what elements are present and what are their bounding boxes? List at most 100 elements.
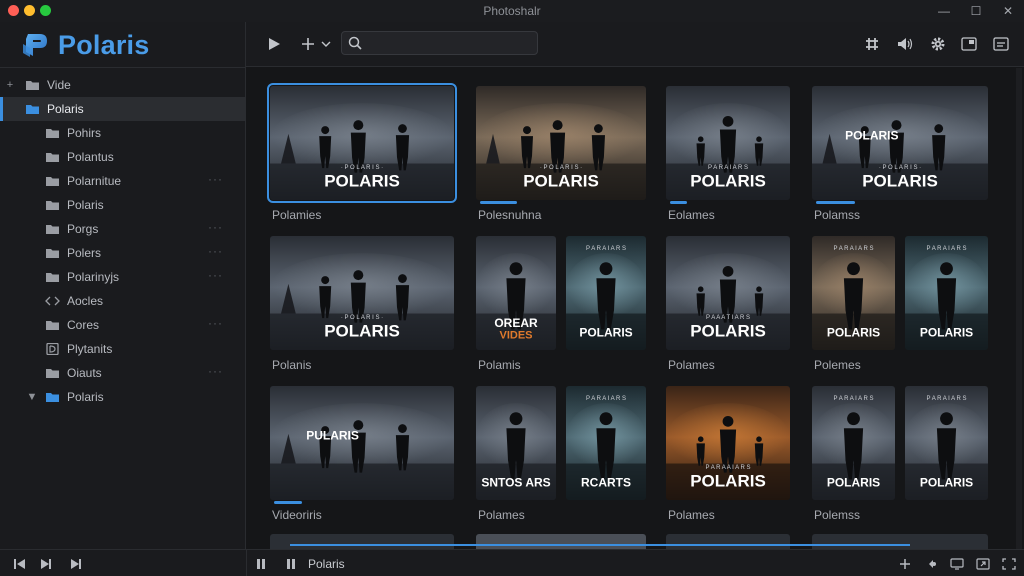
video-card[interactable]: P A R A I A R S POLARIS P A R A I A R S POL… [812,236,988,376]
sidebar-item[interactable]: + Vide [0,73,246,97]
more-icon[interactable]: ··· [208,217,223,241]
video-card[interactable]: PULARIS Videoriris [270,386,454,526]
sidebar-item[interactable]: Polarnitue ··· [0,169,246,193]
next-icon[interactable] [68,556,84,572]
video-thumbnail[interactable]: P A R A I A R S POLARIS [666,86,790,200]
video-card[interactable]: OREAR VIDES P A R A I A R S POLARIS Polamis [476,236,646,376]
poster-subtitle: VIDES [499,330,532,342]
gear-icon[interactable] [929,34,947,54]
add-icon[interactable] [300,34,316,54]
video-title[interactable]: Eolames [668,208,715,222]
sidebar-item[interactable]: ▼ Polaris [0,385,246,409]
more-icon[interactable]: ··· [208,313,223,337]
sidebar-item[interactable]: Polantus [0,145,246,169]
search-input[interactable] [368,36,528,50]
step-forward-icon[interactable] [38,556,54,572]
video-thumbnail[interactable]: · P O L A R I S · POLARIS POLARIS [812,86,988,200]
sidebar-item[interactable]: Aocles [0,289,246,313]
video-thumbnail[interactable]: P A A A T I A R S POLARIS [666,236,790,350]
video-title[interactable]: Polames [668,358,715,372]
poster-title: POLARIS [827,325,880,339]
close-icon[interactable]: ✕ [997,2,1019,20]
video-thumbnail[interactable] [270,534,454,549]
video-thumbnail[interactable]: · P O L A R I S · POLARIS [476,86,646,200]
video-thumbnail[interactable]: · P O L A R I S · POLARIS [270,236,454,350]
poster-tagline: · P O L A R I S · [341,315,383,321]
sidebar-item[interactable]: Oiauts ··· [0,361,246,385]
sidebar-item[interactable]: Pohirs [0,121,246,145]
more-icon[interactable]: ··· [208,265,223,289]
video-title[interactable]: Polames [478,508,525,522]
video-thumbnail[interactable]: P A R A I A R S POLARIS [566,236,646,350]
sidebar-item[interactable]: Cores ··· [0,313,246,337]
video-thumbnail[interactable] [812,534,988,549]
maximize-icon[interactable]: ☐ [965,2,987,20]
video-thumbnail[interactable]: SNTOS ARS [476,386,556,500]
video-card[interactable]: · P O L A R I S · POLARIS Polanis [270,236,454,376]
video-thumbnail[interactable]: PULARIS [270,386,454,500]
video-thumbnail[interactable]: · P O L A R I S · POLARIS [267,83,457,203]
picture-in-picture-icon[interactable] [960,34,978,54]
video-title[interactable]: Polamis [478,358,521,372]
poster-tagline: P A R A I A R S [708,165,748,171]
video-card[interactable]: · P O L A R I S · POLARIS Polamies [267,83,457,226]
more-icon[interactable]: ··· [208,241,223,265]
video-card[interactable]: P A A A T I A R S POLARIS Polames [666,236,790,376]
video-thumbnail[interactable] [666,534,790,549]
sidebar-item[interactable]: Polaris [0,97,246,121]
video-card[interactable]: P A R A A I A R S POLARIS Polames [666,386,790,526]
screen-icon[interactable] [949,556,965,572]
previous-icon[interactable] [12,556,28,572]
poster-tagline: P A A A T I A R S [706,315,750,321]
video-thumbnail[interactable]: P A R A I A R S POLARIS [905,386,988,500]
more-icon[interactable]: ··· [208,169,223,193]
video-thumbnail[interactable]: OREAR VIDES [476,236,556,350]
subtitles-icon[interactable] [992,34,1010,54]
video-title[interactable]: Polesnuhna [478,208,541,222]
folder-icon [44,271,60,283]
sidebar-item[interactable]: Polers ··· [0,241,246,265]
sidebar-item[interactable]: Polaris [0,193,246,217]
search-field[interactable] [341,31,538,55]
video-title[interactable]: Polames [668,508,715,522]
playback-progress-bar[interactable] [290,544,910,546]
cast-icon[interactable] [922,556,938,572]
more-icon[interactable]: ··· [208,361,223,385]
sidebar-item[interactable]: Plytanits [0,337,246,361]
sidebar: Polaris + Vide Polaris Pohirs Polantus Polarn… [0,22,246,549]
play-icon[interactable] [266,34,282,54]
volume-icon[interactable] [896,34,914,54]
sidebar-item-label: Pohirs [67,126,102,140]
video-card[interactable]: · P O L A R I S · POLARIS Polesnuhna [476,86,646,226]
minimize-icon[interactable]: — [933,2,955,20]
video-thumbnail[interactable]: P A R A I A R S POLARIS [812,236,895,350]
video-title[interactable]: Polemss [814,508,860,522]
sidebar-item[interactable]: Polarinyjs ··· [0,265,246,289]
video-title[interactable]: Polanis [272,358,311,372]
chevron-down-icon[interactable]: ▼ [26,391,38,403]
chevron-down-icon[interactable] [320,34,332,54]
video-title[interactable]: Polemes [814,358,861,372]
pause-icon[interactable] [254,556,268,572]
pause-icon[interactable] [284,556,298,572]
poster-title: POLARIS [523,171,599,190]
grid-icon[interactable] [864,34,880,54]
fullscreen-icon[interactable] [1001,556,1017,572]
video-title[interactable]: Videoriris [272,508,322,522]
video-thumbnail[interactable]: P A R A I A R S POLARIS [812,386,895,500]
expand-icon[interactable]: + [4,79,16,91]
video-card[interactable]: · P O L A R I S · POLARIS POLARIS Polamss [812,86,988,226]
video-card[interactable]: P A R A I A R S POLARIS Eolames [666,86,790,226]
expand-icon[interactable] [975,556,991,572]
video-thumbnail[interactable]: P A R A A I A R S POLARIS [666,386,790,500]
video-card[interactable]: P A R A I A R S POLARIS P A R A I A R S POL… [812,386,988,526]
video-thumbnail[interactable] [476,534,646,549]
video-card[interactable]: SNTOS ARS P A R A I A R S RCARTS Polames [476,386,646,526]
video-thumbnail[interactable]: P A R A I A R S POLARIS [905,236,988,350]
video-thumbnail[interactable]: P A R A I A R S RCARTS [566,386,646,500]
add-icon[interactable] [897,556,913,572]
gallery-scrollbar[interactable] [1016,68,1022,549]
sidebar-item[interactable]: Porgs ··· [0,217,246,241]
video-title[interactable]: Polamss [814,208,860,222]
video-title[interactable]: Polamies [272,208,321,222]
